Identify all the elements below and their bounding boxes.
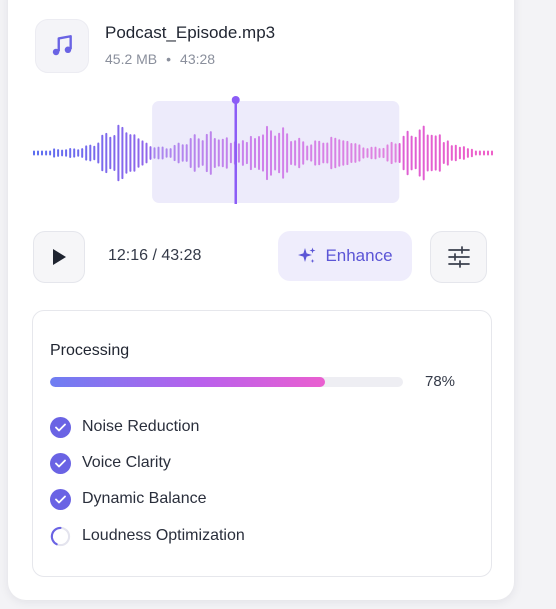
processing-title: Processing — [50, 342, 130, 359]
step-dynamic-balance: Dynamic Balance — [50, 488, 207, 510]
enhance-label: Enhance — [325, 246, 393, 265]
step-loudness-optimization: Loudness Optimization — [50, 525, 245, 547]
step-label: Noise Reduction — [82, 418, 200, 435]
sparkle-icon — [298, 247, 316, 263]
loading-spinner-icon — [50, 526, 71, 546]
step-label: Loudness Optimization — [82, 527, 245, 544]
play-icon — [53, 249, 66, 265]
enhance-button[interactable]: Enhance — [278, 231, 412, 281]
settings-button[interactable] — [430, 231, 487, 283]
waveform[interactable] — [32, 95, 494, 211]
check-circle-icon — [50, 452, 71, 474]
check-circle-icon — [50, 488, 71, 510]
step-noise-reduction: Noise Reduction — [50, 416, 199, 438]
progress-bar — [50, 377, 403, 387]
play-button[interactable] — [33, 231, 85, 283]
sliders-icon — [447, 246, 470, 268]
music-note-icon — [35, 19, 89, 73]
progress-percent: 78% — [425, 373, 456, 390]
processing-panel: Processing 78% Noise Reduction Voice Cla… — [32, 310, 492, 577]
step-voice-clarity: Voice Clarity — [50, 452, 171, 474]
check-circle-icon — [50, 416, 71, 438]
file-duration: 43:28 — [180, 51, 216, 67]
file-name: Podcast_Episode.mp3 — [105, 23, 276, 42]
step-label: Dynamic Balance — [82, 490, 207, 507]
file-size: 45.2 MB — [105, 51, 158, 67]
meta-separator: • — [166, 51, 172, 67]
step-label: Voice Clarity — [82, 454, 171, 471]
waveform-svg[interactable] — [32, 95, 494, 211]
progress-fill — [50, 377, 326, 387]
file-meta: 45.2 MB • 43:28 — [105, 51, 215, 67]
playback-time: 12:16 / 43:28 — [108, 247, 202, 264]
playhead-handle[interactable] — [231, 96, 240, 104]
